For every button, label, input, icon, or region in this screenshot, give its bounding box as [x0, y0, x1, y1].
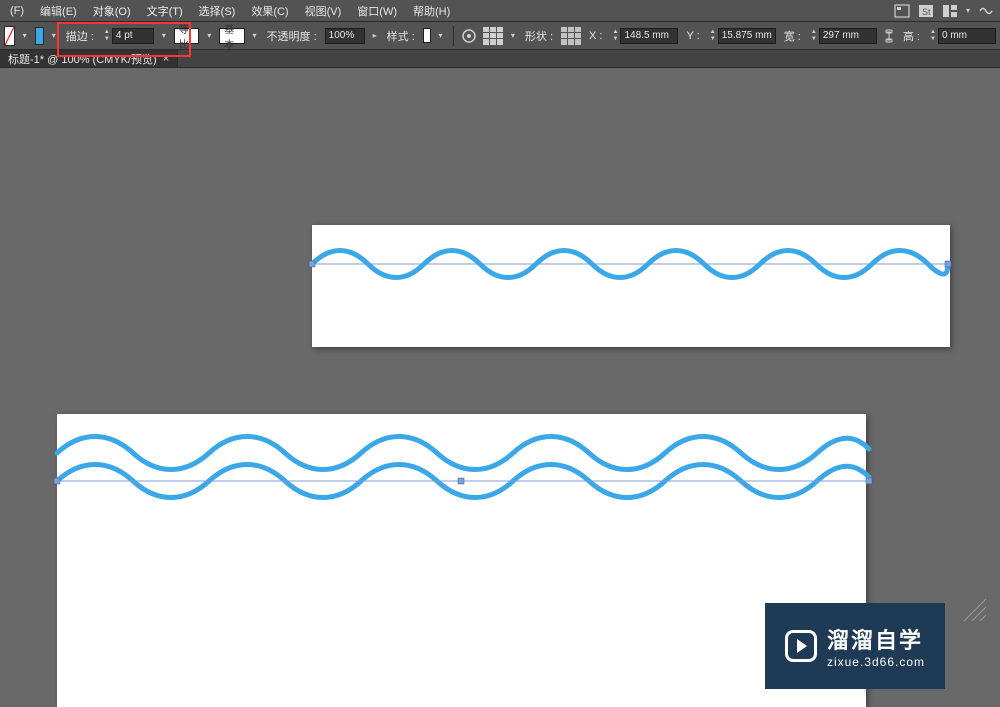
chevron-down-icon[interactable]: ▾ — [21, 31, 29, 40]
recolor-icon[interactable] — [461, 27, 477, 45]
stroke-style-dropdown[interactable]: 等比 — [174, 28, 199, 44]
graphic-style-swatch[interactable] — [423, 28, 431, 43]
bridge-icon[interactable] — [892, 2, 912, 20]
selection-handle-right[interactable] — [945, 261, 951, 267]
document-tab[interactable]: 标题-1* @ 100% (CMYK/预览) × — [0, 50, 178, 67]
w-label: 宽 : — [782, 28, 803, 44]
wave-path-2a[interactable] — [57, 437, 869, 470]
menu-effect[interactable]: 效果(C) — [245, 1, 294, 21]
link-icon[interactable] — [883, 27, 895, 45]
menu-select[interactable]: 选择(S) — [193, 1, 242, 21]
x-input[interactable] — [620, 28, 678, 44]
chevron-down-icon[interactable]: ▾ — [50, 31, 58, 40]
document-tabbar: 标题-1* @ 100% (CMYK/预览) × — [0, 50, 1000, 68]
control-bar: ▾ ▾ 描边 : ▲▼ ▾ 等比 ▾ 基本 ▾ 不透明度 : ▸ 样式 : ▾ … — [0, 22, 1000, 50]
y-label: Y : — [684, 30, 701, 42]
chevron-down-icon[interactable]: ▾ — [964, 6, 972, 15]
menu-bar: (F) 编辑(E) 对象(O) 文字(T) 选择(S) 效果(C) 视图(V) … — [0, 0, 1000, 22]
style-label: 样式 : — [385, 28, 417, 44]
transform-icon[interactable] — [561, 27, 581, 45]
play-icon — [785, 630, 817, 662]
chevron-down-icon[interactable]: ▾ — [437, 31, 445, 40]
stock-icon[interactable]: St — [916, 2, 936, 20]
menu-type[interactable]: 文字(T) — [141, 1, 189, 21]
stroke-weight-input[interactable] — [112, 28, 154, 44]
wave-object-1[interactable] — [300, 238, 960, 298]
close-icon[interactable]: × — [163, 53, 169, 65]
h-stepper[interactable]: ▲▼ — [928, 27, 996, 45]
align-icon[interactable] — [483, 27, 503, 45]
document-tab-title: 标题-1* @ 100% (CMYK/预览) — [8, 51, 157, 67]
y-input[interactable] — [718, 28, 776, 44]
selection-handle-left[interactable] — [309, 261, 315, 267]
watermark-url: zixue.3d66.com — [827, 655, 925, 669]
menu-edit[interactable]: 编辑(E) — [34, 1, 83, 21]
x-stepper[interactable]: ▲▼ — [610, 27, 678, 45]
chevron-right-icon[interactable]: ▸ — [371, 31, 379, 40]
menu-window[interactable]: 窗口(W) — [351, 1, 403, 21]
selection-handle-left[interactable] — [54, 478, 60, 484]
opacity-label: 不透明度 : — [265, 28, 319, 44]
wave-object-2[interactable] — [45, 423, 885, 513]
stroke-swatch[interactable] — [35, 27, 44, 45]
chevron-down-icon[interactable]: ▾ — [509, 31, 517, 40]
opacity-input[interactable] — [325, 28, 365, 44]
artboard-resize-icon[interactable] — [962, 597, 988, 623]
menu-object[interactable]: 对象(O) — [87, 1, 137, 21]
shape-label: 形状 : — [523, 28, 555, 44]
chevron-down-icon[interactable]: ▾ — [160, 31, 168, 40]
h-label: 高 : — [901, 28, 922, 44]
stroke-label: 描边 : — [64, 28, 96, 44]
svg-text:St: St — [922, 7, 931, 17]
w-input[interactable] — [819, 28, 877, 44]
chevron-down-icon[interactable]: ▾ — [251, 31, 259, 40]
stroke-profile-dropdown[interactable]: 基本 — [219, 28, 244, 44]
menu-help[interactable]: 帮助(H) — [407, 1, 456, 21]
y-stepper[interactable]: ▲▼ — [708, 27, 776, 45]
menu-file[interactable]: (F) — [4, 3, 30, 19]
arrange-icon[interactable] — [940, 2, 960, 20]
chevron-down-icon[interactable]: ▾ — [205, 31, 213, 40]
fill-swatch[interactable] — [4, 26, 15, 46]
selection-handle-mid[interactable] — [458, 478, 464, 484]
h-input[interactable] — [938, 28, 996, 44]
watermark: 溜溜自学 zixue.3d66.com — [765, 603, 945, 689]
w-stepper[interactable]: ▲▼ — [809, 27, 877, 45]
x-label: X : — [587, 30, 604, 42]
watermark-title: 溜溜自学 — [827, 623, 923, 655]
selection-handle-right[interactable] — [866, 478, 872, 484]
stroke-weight-stepper[interactable]: ▲▼ — [102, 27, 154, 45]
gpu-icon[interactable] — [976, 2, 996, 20]
menu-view[interactable]: 视图(V) — [299, 1, 348, 21]
